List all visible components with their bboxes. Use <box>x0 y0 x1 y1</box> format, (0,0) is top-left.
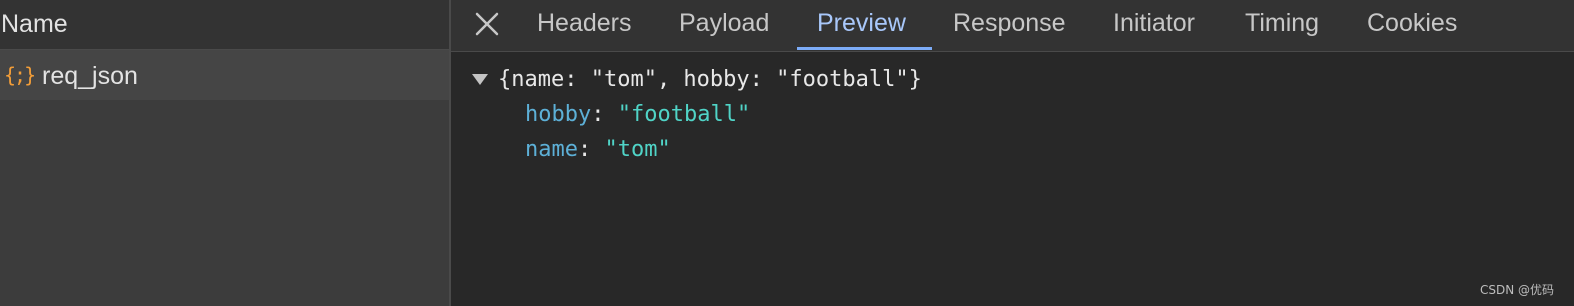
active-tab-indicator <box>797 47 932 50</box>
json-braces-icon: {;} <box>4 63 36 87</box>
request-list-panel: Name {;} req_json <box>0 0 449 306</box>
json-colon: : <box>577 137 605 162</box>
request-detail-panel: Headers Payload Preview Response Initiat… <box>451 0 1574 306</box>
tab-timing[interactable]: Timing <box>1245 0 1319 51</box>
tab-cookies[interactable]: Cookies <box>1367 0 1457 51</box>
name-column-header[interactable]: Name <box>0 0 449 50</box>
devtools-network-panel: Name {;} req_json Headers Payload Previe… <box>0 0 1574 306</box>
json-value: "football" <box>617 102 751 127</box>
json-key: hobby <box>525 102 592 127</box>
json-preview: {name: "tom", hobby: "football"} hobby: … <box>451 52 1574 306</box>
request-row-req-json[interactable]: {;} req_json <box>0 50 449 100</box>
detail-tabbar: Headers Payload Preview Response Initiat… <box>451 0 1574 52</box>
close-icon[interactable] <box>473 10 501 38</box>
tab-preview[interactable]: Preview <box>817 0 906 51</box>
tab-payload[interactable]: Payload <box>679 0 769 51</box>
json-value: "tom" <box>604 137 671 162</box>
json-property-name[interactable]: name: "tom" <box>525 135 671 165</box>
json-object-summary[interactable]: {name: "tom", hobby: "football"} <box>498 65 922 95</box>
tab-response[interactable]: Response <box>953 0 1066 51</box>
expand-triangle-icon[interactable] <box>472 74 488 85</box>
name-column-label: Name <box>1 10 68 38</box>
tab-headers[interactable]: Headers <box>537 0 632 51</box>
request-name: req_json <box>42 62 138 90</box>
json-property-hobby[interactable]: hobby: "football" <box>525 100 750 130</box>
json-key: name <box>525 137 578 162</box>
watermark: CSDN @优码 <box>1479 283 1554 297</box>
tab-initiator[interactable]: Initiator <box>1113 0 1195 51</box>
json-colon: : <box>591 102 618 127</box>
